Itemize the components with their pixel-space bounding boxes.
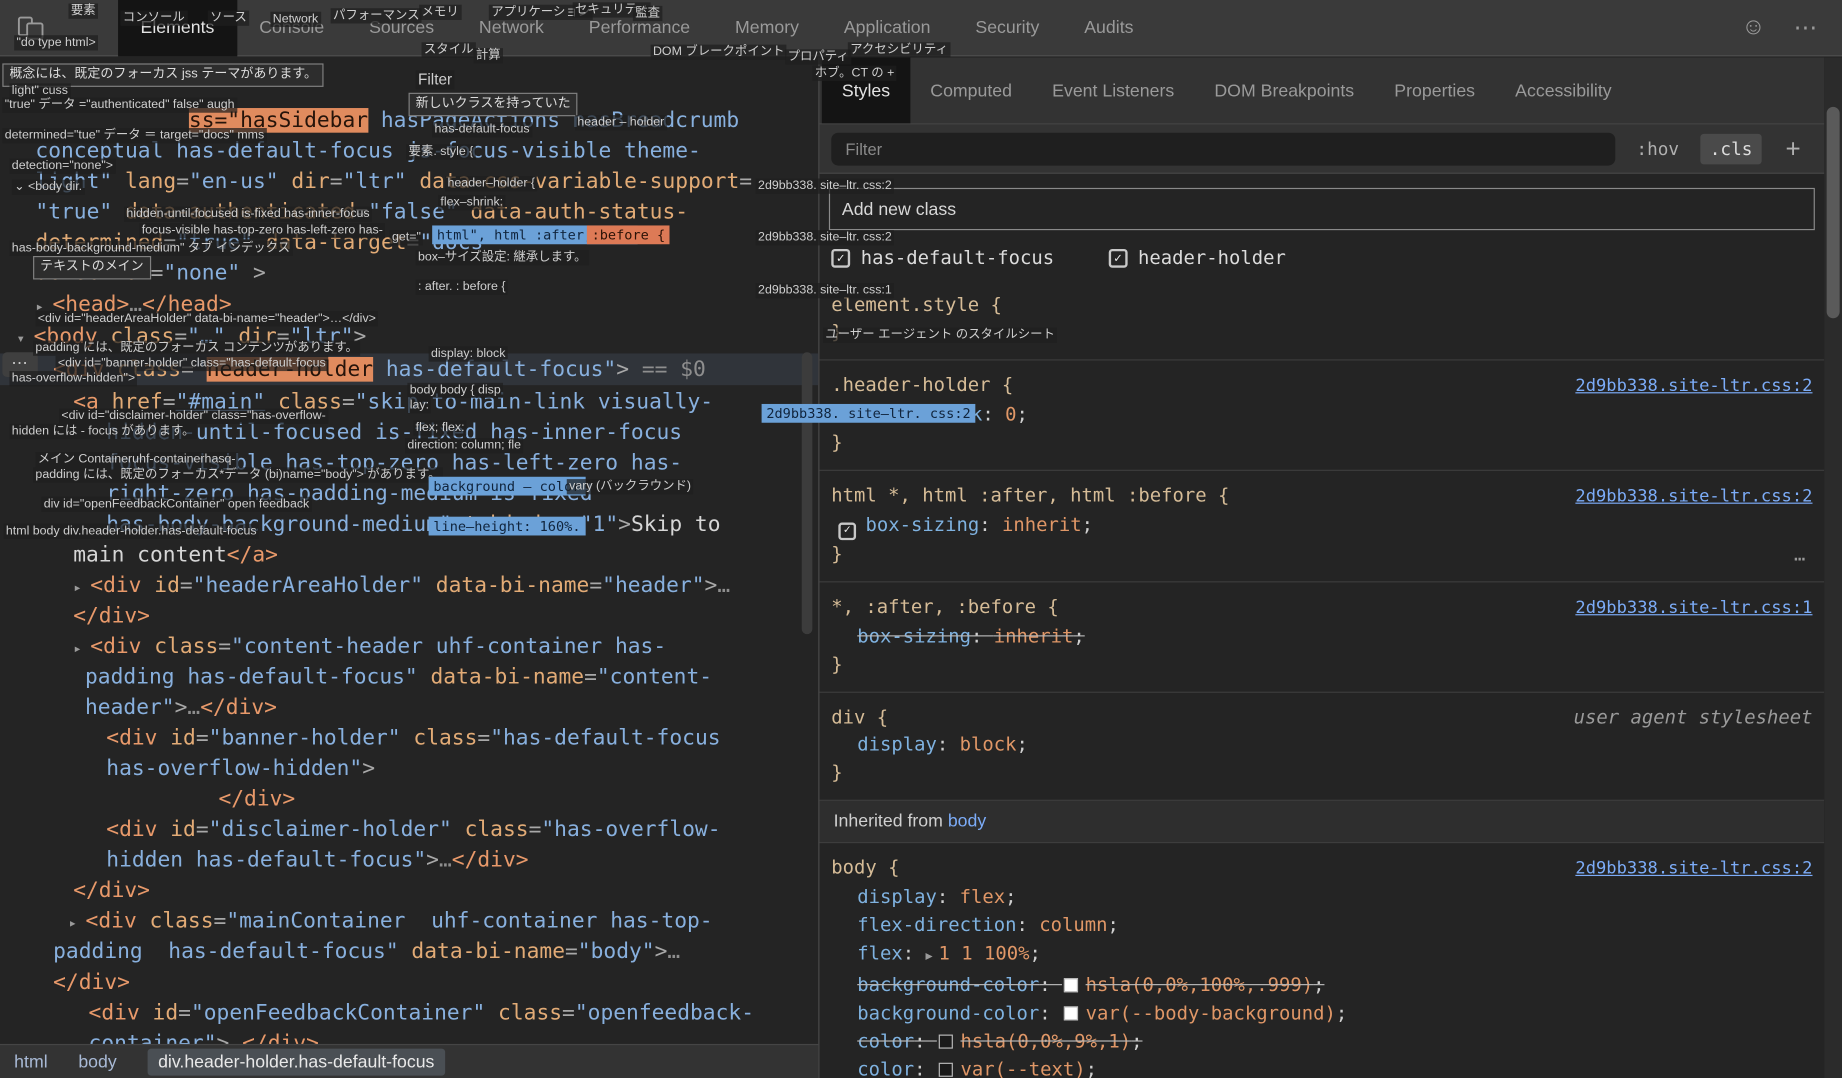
translation-overlay: メモリ bbox=[419, 5, 461, 20]
translation-overlay: Filter bbox=[416, 70, 455, 89]
translation-overlay: detection="none"> bbox=[9, 159, 115, 174]
translation-overlay: <div id="disclaimer-holder" class="has-o… bbox=[59, 409, 328, 424]
translation-overlay: header–holder { bbox=[445, 176, 537, 191]
devtools-window: ElementsConsoleSourcesNetworkPerformance… bbox=[0, 0, 1842, 1078]
translation-overlay: direction: column; fle bbox=[405, 438, 523, 453]
translation-overlay: 2d9bb338. site–ltr. css:2 bbox=[756, 230, 894, 245]
translation-overlay: padding には、既定のフォーカス コンテンツがあります。 bbox=[33, 341, 360, 356]
translation-overlay: 要素 bbox=[68, 4, 98, 19]
translation-overlay: "do type html> bbox=[14, 35, 98, 50]
translation-overlay: display: block bbox=[429, 346, 508, 361]
translation-overlay: 2d9bb338. site–ltr. css:2 bbox=[762, 404, 976, 423]
translation-overlay: background – color bbox=[429, 477, 586, 496]
translation-overlay: html body div.header-holder.has-default-… bbox=[4, 524, 259, 539]
translation-overlay: hidden には - focus があります。 bbox=[9, 424, 196, 439]
translation-overlay: has-body-background-medium" タブ インデックス bbox=[9, 241, 292, 256]
translation-overlays: 要素コンソールソースNetworkパフォーマンスメモリアプリケーションセキュリテ… bbox=[0, 0, 1842, 1078]
translation-overlay: <div id="banner-holder" class="has-defau… bbox=[55, 356, 328, 371]
translation-overlay: <div id="headerAreaHolder" data-bi-name=… bbox=[35, 311, 378, 326]
translation-overlay: "true" データ ="authenticated" false" augh bbox=[2, 97, 237, 112]
translation-overlay: ⌄ <body dir. bbox=[12, 180, 85, 195]
translation-overlay: flex; flex: bbox=[413, 420, 467, 435]
translation-overlay: focus-visible has-top-zero has-left-zero… bbox=[139, 223, 385, 238]
translation-overlay: アクセシビリティ bbox=[848, 42, 951, 57]
translation-overlay: Network bbox=[270, 12, 320, 27]
translation-overlay: パフォーマンス bbox=[331, 8, 422, 23]
translation-overlay: DOM ブレークポイント bbox=[651, 45, 787, 60]
translation-overlay: ユーザー エージェント のスタイルシート bbox=[823, 328, 1057, 343]
translation-overlay: ソース bbox=[208, 11, 249, 26]
translation-overlay: hidden-until-focused is-fixed has-inner-… bbox=[124, 207, 372, 222]
translation-overlay: get=" bbox=[390, 230, 424, 245]
translation-overlay: プロパティ bbox=[785, 49, 851, 64]
translation-overlay: 新しいクラスを持っていた bbox=[409, 93, 578, 116]
translation-overlay: メイン Containeruhf-containerhasq- bbox=[35, 452, 238, 467]
translation-overlay: 2d9bb338. site–ltr. css:1 bbox=[756, 283, 894, 298]
translation-overlay: テキストのメイン bbox=[33, 256, 151, 279]
devtools-canvas: ElementsConsoleSourcesNetworkPerformance… bbox=[0, 0, 1842, 1078]
translation-overlay: vary (バックラウンド) bbox=[567, 479, 694, 494]
translation-overlay: lay: bbox=[407, 398, 431, 413]
translation-overlay: flex–shrink: bbox=[438, 195, 505, 210]
translation-overlay: ホブ。CT の + bbox=[812, 66, 896, 81]
translation-overlay: has-overflow-hidden"> bbox=[9, 371, 137, 386]
translation-overlay: 監査 bbox=[633, 6, 663, 21]
translation-overlay: 要素. style { bbox=[406, 144, 475, 159]
translation-overlay: body body { disp bbox=[407, 383, 503, 398]
translation-overlay: header – holder bbox=[575, 115, 667, 130]
translation-overlay: box–サイズ設定: 継承します。 bbox=[416, 250, 589, 265]
translation-overlay: : after. : before { bbox=[416, 279, 508, 294]
translation-overlay: line–height: 160%. bbox=[429, 517, 586, 536]
translation-overlay: :before { bbox=[587, 225, 670, 244]
translation-overlay: div id="openFeedbackContainer" open feed… bbox=[41, 497, 311, 512]
translation-overlay: determined="tue" データ ＝ target="docs" mms bbox=[2, 128, 266, 143]
translation-overlay: コンソール bbox=[120, 11, 187, 26]
translation-overlay: has-default-focus bbox=[432, 122, 532, 137]
translation-overlay: padding には、既定のフォーカス*データ (bi)name="body">… bbox=[33, 467, 443, 482]
translation-overlay: 計算 bbox=[473, 48, 503, 63]
translation-overlay: 2d9bb338. site–ltr. css:2 bbox=[756, 178, 894, 193]
translation-overlay: スタイル bbox=[422, 42, 476, 57]
